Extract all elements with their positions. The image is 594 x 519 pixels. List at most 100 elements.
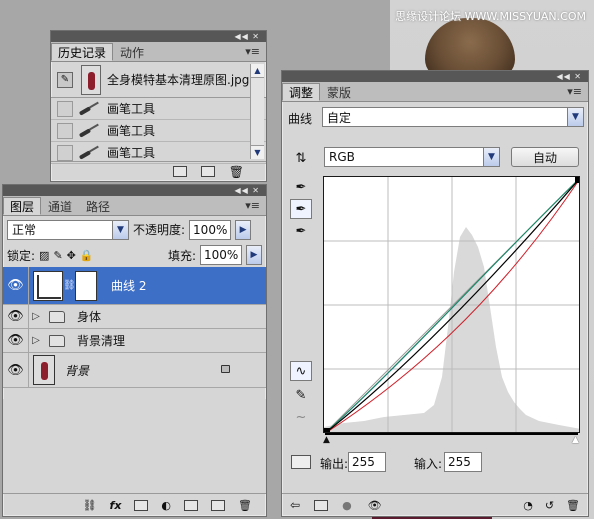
- opacity-slider-button[interactable]: ▶: [235, 219, 252, 240]
- adjustments-panel: ◀◀ ✕ 调整 蒙版 ▾≡ 曲线 自定 ▼ ⇅ RGB ▼ 自动 ✒ ✒ ✒ ∿…: [281, 70, 589, 517]
- link-layers-icon[interactable]: ⛓: [83, 499, 97, 512]
- lock-transparent-icon[interactable]: ▨: [39, 249, 49, 262]
- opacity-label: 不透明度:: [133, 223, 186, 237]
- history-item[interactable]: 画笔工具: [51, 120, 266, 142]
- tab-paths[interactable]: 路径: [79, 197, 117, 215]
- input-input[interactable]: 255: [444, 452, 482, 472]
- panel-menu-icon[interactable]: ▾≡: [567, 85, 582, 98]
- output-input[interactable]: 255: [348, 452, 386, 472]
- layer-background[interactable]: 👁 背景: [3, 353, 266, 388]
- history-bottom-bar: 🗑: [51, 161, 266, 181]
- history-item[interactable]: 画笔工具: [51, 98, 266, 120]
- opacity-input[interactable]: 100%: [189, 219, 232, 240]
- history-scrollbar[interactable]: ▲ ▼: [250, 64, 264, 159]
- curves-adjustment-thumbnail[interactable]: [33, 270, 63, 301]
- tab-adjustments[interactable]: 调整: [282, 83, 321, 101]
- gray-eyedropper-icon[interactable]: ✒: [290, 199, 312, 219]
- history-source-box[interactable]: [57, 122, 73, 139]
- visibility-eye-icon[interactable]: 👁: [3, 267, 29, 304]
- clip-to-layer-icon[interactable]: [314, 499, 329, 511]
- history-brush-source-icon[interactable]: ✎: [57, 71, 73, 88]
- smooth-curve-icon[interactable]: ~: [290, 407, 312, 427]
- adjust-panel-topbar[interactable]: ◀◀ ✕: [282, 71, 588, 82]
- preset-select[interactable]: 自定 ▼: [322, 107, 584, 127]
- channel-select[interactable]: RGB ▼: [324, 147, 500, 167]
- history-item-label: 画笔工具: [107, 146, 156, 160]
- input-gradient-bar: [325, 433, 578, 435]
- channel-value: RGB: [329, 150, 355, 164]
- layer-curves-2[interactable]: 👁 ⛓ 曲线 2: [3, 267, 266, 305]
- back-arrow-icon[interactable]: ⇦: [290, 498, 300, 512]
- trash-icon[interactable]: 🗑: [229, 165, 244, 179]
- visibility-toggle-icon[interactable]: ●: [342, 499, 352, 512]
- new-group-icon[interactable]: [184, 499, 199, 511]
- layers-bottom-bar: ⛓ fx ◐ 🗑: [3, 493, 266, 516]
- tab-masks[interactable]: 蒙版: [320, 83, 358, 101]
- auto-button[interactable]: 自动: [511, 147, 579, 167]
- pencil-draw-icon[interactable]: ✎: [290, 385, 312, 405]
- layers-panel-topbar[interactable]: ◀◀ ✕: [3, 185, 266, 196]
- tab-layers[interactable]: 图层: [3, 197, 42, 215]
- lock-position-icon[interactable]: ✥: [67, 249, 76, 262]
- camera-icon[interactable]: [200, 166, 215, 177]
- blend-mode-select[interactable]: 正常 ▼: [7, 219, 129, 240]
- chevron-down-icon[interactable]: ▼: [483, 148, 499, 166]
- tab-history[interactable]: 历史记录: [51, 43, 114, 61]
- mask-link-icon[interactable]: ⛓: [63, 280, 76, 291]
- layer-mask-thumbnail[interactable]: [75, 270, 97, 301]
- new-layer-icon[interactable]: [211, 499, 226, 511]
- brush-icon: [79, 125, 99, 137]
- adjustment-layer-icon[interactable]: ◐: [161, 499, 171, 512]
- on-image-adjust-icon[interactable]: ⇅: [290, 148, 312, 168]
- panel-menu-icon[interactable]: ▾≡: [245, 199, 260, 212]
- visibility-eye-icon[interactable]: 👁: [3, 353, 29, 387]
- chevron-down-icon[interactable]: ▼: [112, 220, 128, 239]
- trash-icon[interactable]: 🗑: [238, 499, 252, 512]
- add-mask-icon[interactable]: [134, 499, 149, 511]
- tab-actions[interactable]: 动作: [113, 43, 151, 61]
- fill-input[interactable]: 100%: [200, 245, 242, 265]
- layer-group-body[interactable]: 👁 ▷ 身体: [3, 305, 266, 329]
- trash-icon[interactable]: 🗑: [566, 499, 580, 512]
- layer-group-bg-cleanup[interactable]: 👁 ▷ 背景清理: [3, 329, 266, 353]
- snapshot-thumbnail: [81, 64, 101, 95]
- fill-slider-button[interactable]: ▶: [246, 245, 262, 265]
- fx-icon[interactable]: fx: [110, 499, 122, 512]
- lock-pixels-icon[interactable]: ✎: [53, 249, 62, 262]
- expand-triangle-icon[interactable]: ▷: [29, 311, 43, 322]
- brush-icon: [79, 147, 99, 159]
- history-panel-topbar[interactable]: ◀◀ ✕: [51, 31, 266, 42]
- scroll-up-icon[interactable]: ▲: [251, 64, 264, 78]
- visibility-eye-icon[interactable]: 👁: [3, 329, 29, 352]
- eye-icon[interactable]: 👁: [368, 499, 382, 512]
- clip-warning-icon[interactable]: [291, 455, 311, 469]
- snapshot-name: 全身模特基本清理原图.jpg: [107, 73, 250, 87]
- new-document-icon[interactable]: [172, 166, 187, 177]
- scroll-down-icon[interactable]: ▼: [251, 145, 264, 159]
- visibility-eye-icon[interactable]: 👁: [3, 305, 29, 328]
- view-previous-icon[interactable]: ◔: [523, 499, 533, 512]
- watermark: 思缘设计论坛 WWW.MISSYUAN.COM: [395, 10, 586, 23]
- black-eyedropper-icon[interactable]: ✒: [290, 177, 312, 197]
- histogram-and-curves: [324, 177, 580, 432]
- curves-graph[interactable]: [323, 176, 580, 433]
- layer-name: 曲线 2: [111, 279, 147, 293]
- tab-channels[interactable]: 通道: [41, 197, 79, 215]
- brush-icon: [79, 103, 99, 115]
- input-label: 输入:: [414, 457, 443, 471]
- chevron-down-icon[interactable]: ▼: [567, 108, 583, 126]
- white-eyedropper-icon[interactable]: ✒: [290, 221, 312, 241]
- expand-triangle-icon[interactable]: ▷: [29, 335, 43, 346]
- reset-icon[interactable]: ↺: [545, 499, 554, 512]
- white-point-slider[interactable]: ▲: [572, 435, 579, 445]
- history-source-box[interactable]: [57, 100, 73, 117]
- lock-all-icon[interactable]: 🔒: [80, 249, 94, 262]
- black-point-slider[interactable]: ▲: [323, 435, 330, 445]
- curve-point-white[interactable]: [575, 177, 580, 183]
- adjust-tabs: 调整 蒙版 ▾≡: [282, 82, 588, 102]
- history-snapshot[interactable]: ✎ 全身模特基本清理原图.jpg: [51, 62, 266, 98]
- panel-menu-icon[interactable]: ▾≡: [245, 45, 260, 58]
- curve-point-tool-icon[interactable]: ∿: [290, 361, 312, 381]
- history-source-box[interactable]: [57, 144, 73, 161]
- history-panel: ◀◀ ✕ 历史记录 动作 ▾≡ ✎ 全身模特基本清理原图.jpg 画笔工具 画笔…: [50, 30, 267, 182]
